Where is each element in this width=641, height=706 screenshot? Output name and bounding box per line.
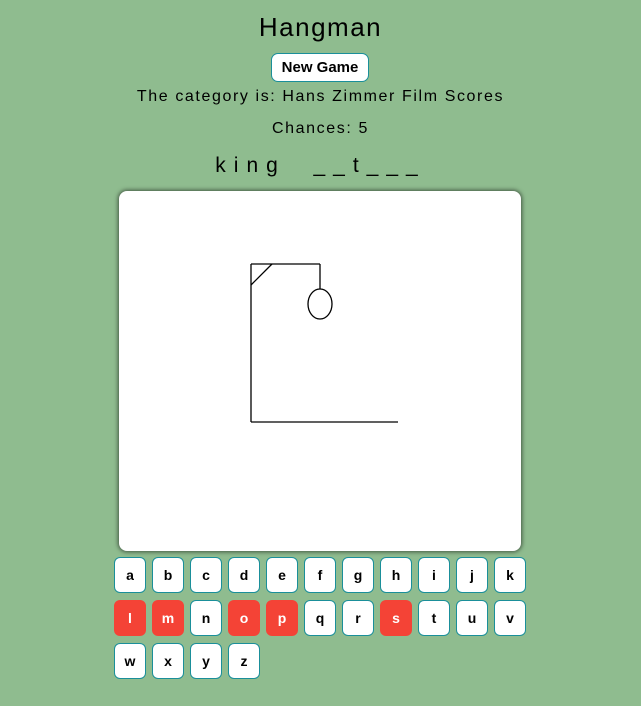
- letter-key-n[interactable]: n: [190, 600, 222, 636]
- letter-keyboard: abcdefghijk lmnopqrstuv wxyz: [114, 557, 534, 686]
- hangman-head: [307, 288, 333, 320]
- hangman-canvas: [119, 191, 521, 551]
- letter-key-h[interactable]: h: [380, 557, 412, 593]
- letter-key-a[interactable]: a: [114, 557, 146, 593]
- letter-key-x[interactable]: x: [152, 643, 184, 679]
- hangman-drawing: [250, 263, 398, 423]
- letter-key-o[interactable]: o: [228, 600, 260, 636]
- letter-key-q[interactable]: q: [304, 600, 336, 636]
- game-title: Hangman: [258, 12, 383, 42]
- letter-key-t[interactable]: t: [418, 600, 450, 636]
- letter-key-p[interactable]: p: [266, 600, 298, 636]
- keyboard-row: wxyz: [114, 643, 534, 681]
- letter-key-b[interactable]: b: [152, 557, 184, 593]
- letter-key-m[interactable]: m: [152, 600, 184, 636]
- letter-key-d[interactable]: d: [228, 557, 260, 593]
- new-game-button[interactable]: New Game: [271, 53, 369, 82]
- keyboard-row: abcdefghijk: [114, 557, 534, 595]
- word-display: king __t___: [215, 154, 426, 177]
- letter-key-i[interactable]: i: [418, 557, 450, 593]
- letter-key-k[interactable]: k: [494, 557, 526, 593]
- letter-key-f[interactable]: f: [304, 557, 336, 593]
- letter-key-y[interactable]: y: [190, 643, 222, 679]
- category-label: The category is: Hans Zimmer Film Scores: [136, 88, 505, 105]
- letter-key-r[interactable]: r: [342, 600, 374, 636]
- letter-key-e[interactable]: e: [266, 557, 298, 593]
- letter-key-w[interactable]: w: [114, 643, 146, 679]
- letter-key-v[interactable]: v: [494, 600, 526, 636]
- letter-key-j[interactable]: j: [456, 557, 488, 593]
- letter-key-z[interactable]: z: [228, 643, 260, 679]
- letter-key-s[interactable]: s: [380, 600, 412, 636]
- keyboard-row: lmnopqrstuv: [114, 600, 534, 638]
- chances-counter: Chances: 5: [272, 120, 369, 137]
- gallows-brace: [250, 263, 273, 286]
- letter-key-l[interactable]: l: [114, 600, 146, 636]
- letter-key-g[interactable]: g: [342, 557, 374, 593]
- letter-key-u[interactable]: u: [456, 600, 488, 636]
- letter-key-c[interactable]: c: [190, 557, 222, 593]
